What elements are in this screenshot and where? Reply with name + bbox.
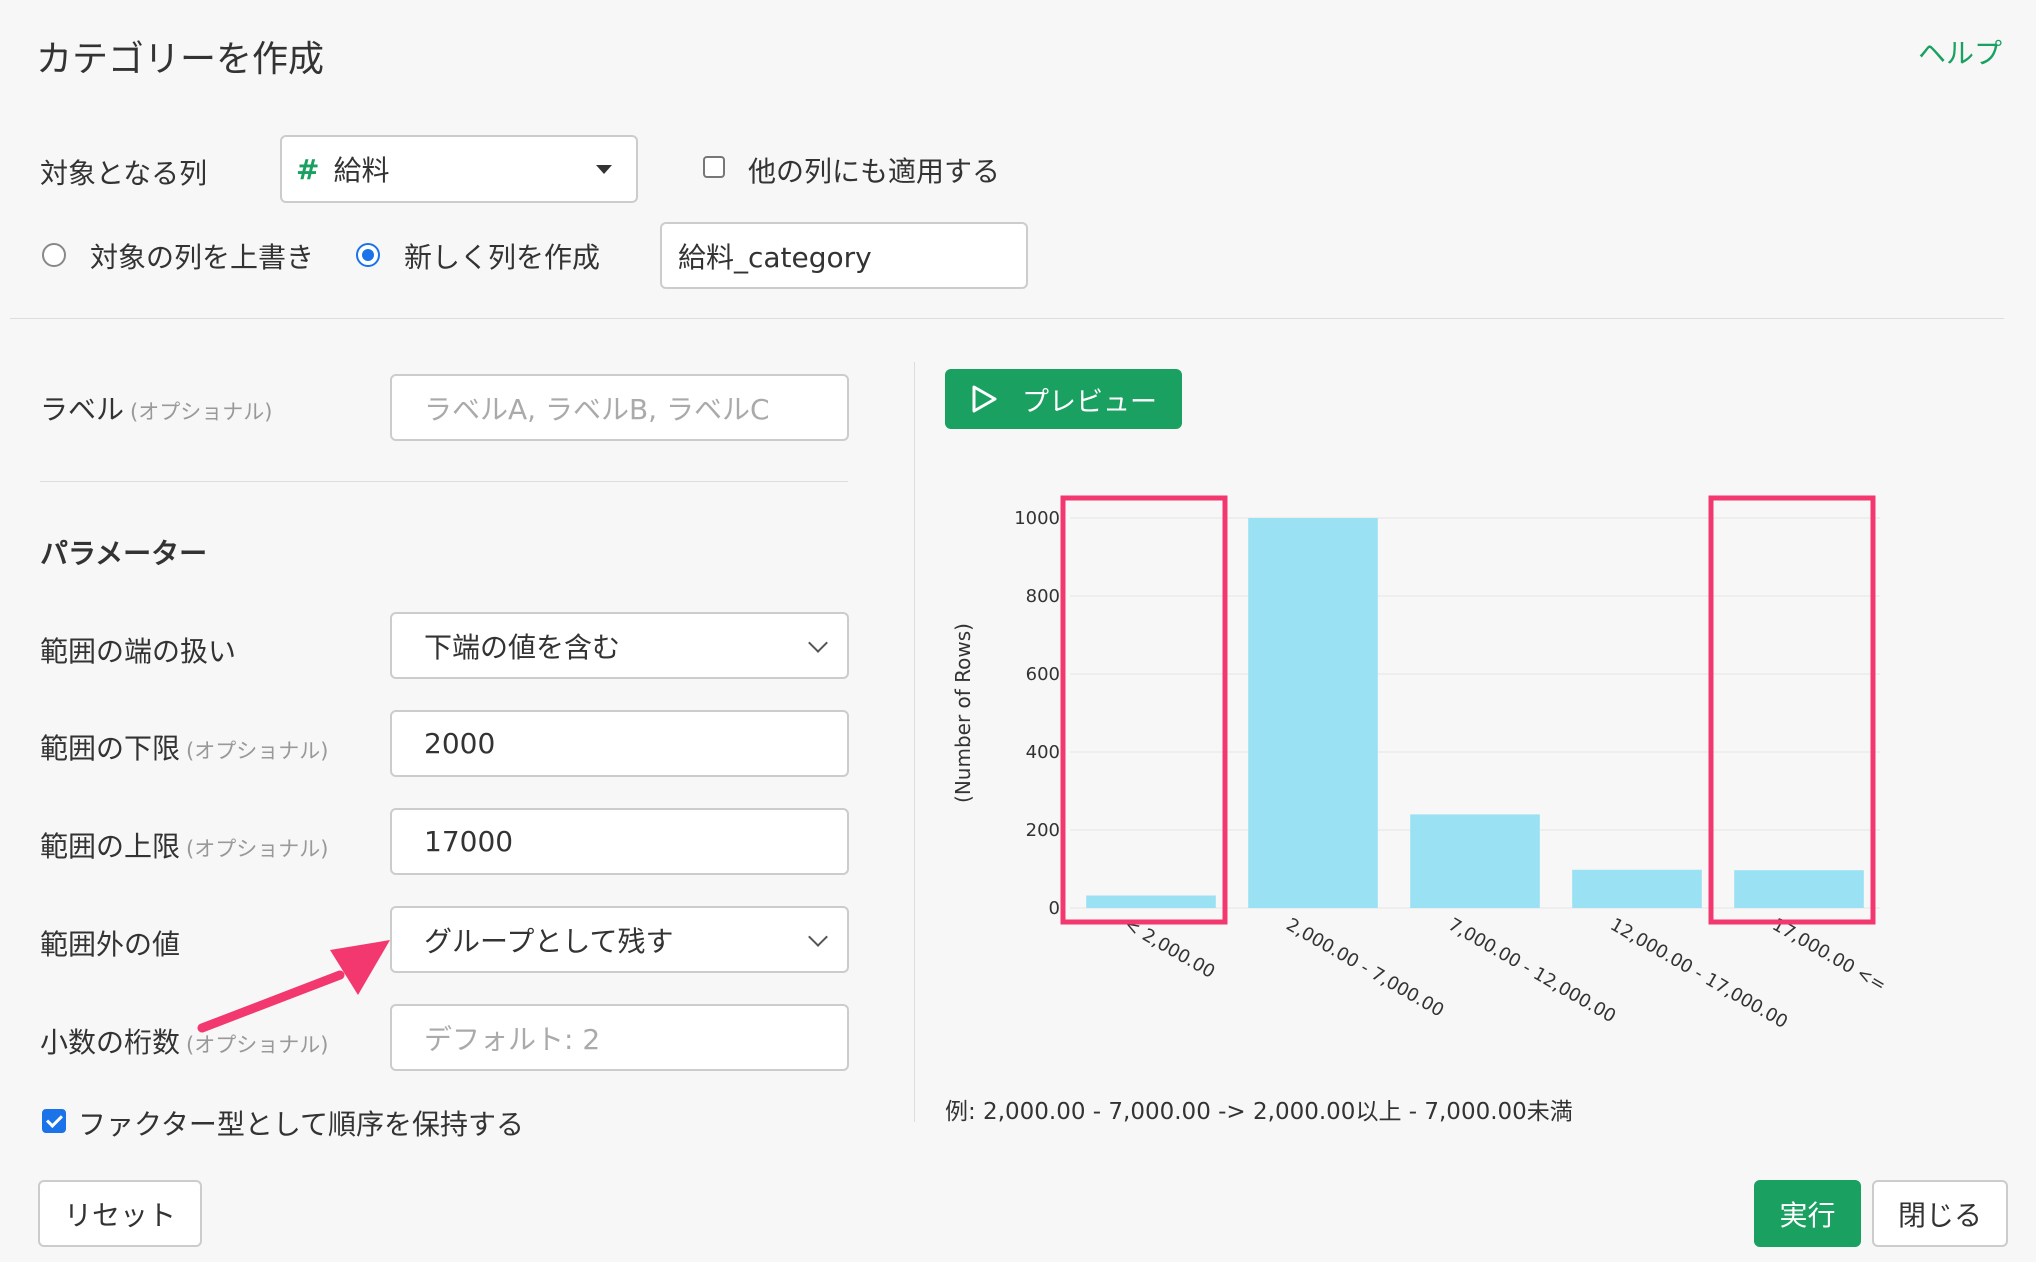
caret-down-icon [596, 165, 612, 174]
bar [1086, 895, 1216, 908]
bar [1248, 518, 1378, 908]
lower-bound-value: 2000 [424, 727, 496, 760]
run-button[interactable]: 実行 [1754, 1180, 1861, 1247]
y-tick-label: 1000 [1014, 508, 1060, 529]
panel-divider [914, 362, 915, 1122]
decimal-digits-input[interactable]: デフォルト: 2 [390, 1004, 849, 1071]
bar [1734, 870, 1864, 908]
decimal-digits-placeholder: デフォルト: 2 [424, 1022, 601, 1056]
factor-order-label: ファクター型として順序を保持する [78, 1108, 525, 1141]
preview-button-label: プレビュー [1022, 386, 1157, 418]
new-column-name-value: 給料_category [678, 240, 872, 274]
apply-other-columns-checkbox[interactable] [703, 156, 725, 178]
y-axis-label: (Number of Rows) [951, 623, 975, 803]
edge-handling-value: 下端の値を含む [424, 630, 621, 664]
x-tick-label: 7,000.00 - 12,000.00 [1445, 914, 1620, 1027]
y-tick-label: 200 [1026, 820, 1060, 841]
x-tick-label: 17,000.00 <= [1769, 914, 1890, 996]
numeric-column-icon: # [296, 152, 320, 186]
reset-button[interactable]: リセット [38, 1180, 202, 1247]
dialog-title: カテゴリーを作成 [36, 39, 325, 80]
upper-bound-input[interactable]: 17000 [390, 808, 849, 875]
highlight-box [1060, 495, 1228, 925]
label-input-placeholder: ラベルA, ラベルB, ラベルC [424, 392, 770, 426]
x-tick-label: 12,000.00 - 17,000.00 [1607, 914, 1792, 1033]
y-tick-label: 800 [1026, 586, 1060, 607]
help-link[interactable]: ヘルプ [1918, 32, 2002, 72]
overwrite-radio[interactable] [42, 243, 66, 267]
new-column-label: 新しく列を作成 [404, 241, 601, 274]
upper-bound-label: 範囲の上限 (オプショナル) [40, 830, 329, 863]
target-column-value: 給料 [333, 154, 390, 187]
y-tick-label: 600 [1026, 664, 1060, 685]
close-button[interactable]: 閉じる [1872, 1180, 2008, 1247]
chevron-down-icon [808, 632, 828, 653]
y-tick-label: 400 [1026, 742, 1060, 763]
parameters-heading: パラメーター [40, 537, 208, 570]
annotation-arrow [197, 940, 390, 1033]
factor-order-checkbox[interactable] [42, 1109, 66, 1133]
histogram-chart: 02004006008001000(Number of Rows)< 2,000… [951, 495, 1890, 1033]
target-column-select[interactable]: # 給料 [280, 135, 638, 203]
upper-bound-value: 17000 [424, 825, 514, 858]
label-field-label: ラベル (オプショナル) [40, 393, 273, 426]
new-column-name-input[interactable]: 給料_category [660, 222, 1028, 289]
overwrite-label: 対象の列を上書き [90, 241, 315, 274]
example-note: 例: 2,000.00 - 7,000.00 -> 2,000.00以上 - 7… [945, 1099, 1573, 1125]
lower-bound-input[interactable]: 2000 [390, 710, 849, 777]
x-tick-label: 2,000.00 - 7,000.00 [1283, 914, 1448, 1021]
highlight-box [1708, 495, 1876, 925]
apply-other-columns-label: 他の列にも適用する [748, 155, 1001, 188]
bar [1572, 869, 1702, 908]
divider [40, 481, 848, 482]
divider [10, 318, 2004, 319]
outside-values-select[interactable]: グループとして残す [390, 906, 849, 973]
new-column-radio[interactable] [356, 243, 380, 267]
chevron-down-icon [808, 926, 828, 947]
edge-handling-select[interactable]: 下端の値を含む [390, 612, 849, 679]
label-input[interactable]: ラベルA, ラベルB, ラベルC [390, 374, 849, 441]
bar [1410, 814, 1540, 908]
target-column-label: 対象となる列 [40, 157, 208, 190]
outside-values-value: グループとして残す [424, 924, 674, 958]
edge-handling-label: 範囲の端の扱い [40, 635, 237, 668]
lower-bound-label: 範囲の下限 (オプショナル) [40, 732, 329, 765]
play-icon [972, 385, 997, 413]
outside-values-label: 範囲外の値 [40, 928, 181, 961]
y-tick-label: 0 [1049, 898, 1060, 919]
preview-button[interactable]: プレビュー [945, 369, 1182, 429]
